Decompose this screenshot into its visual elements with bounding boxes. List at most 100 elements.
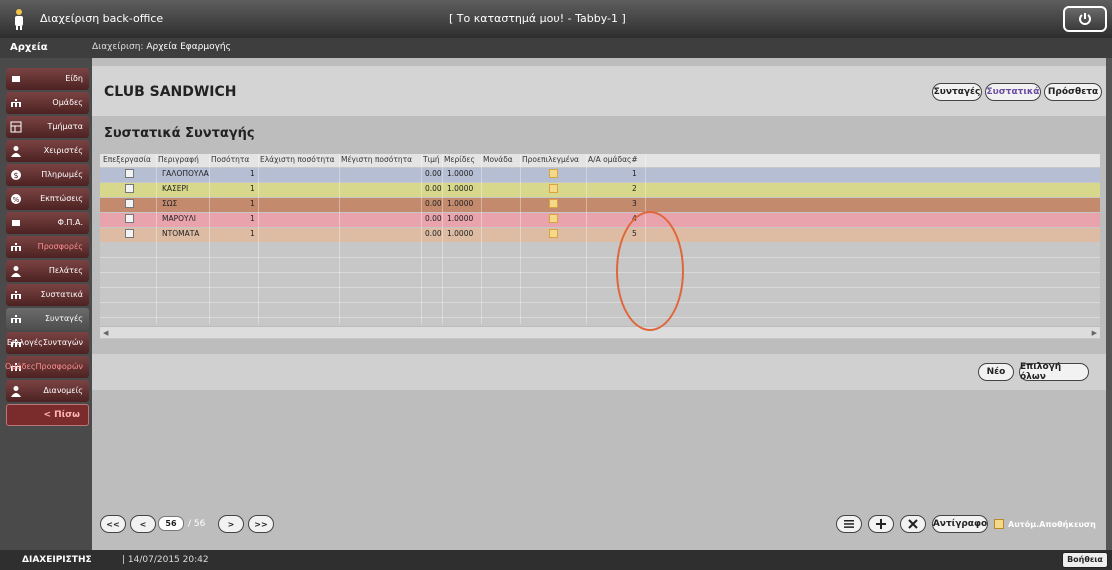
edit-checkbox[interactable]	[125, 184, 134, 193]
breadcrumb-current[interactable]: Αρχεία Εφαρμογής	[146, 42, 231, 52]
scroll-right-icon[interactable]: ▶	[1092, 329, 1097, 337]
tab-recipes[interactable]: Συνταγές	[932, 83, 982, 101]
scroll-left-icon[interactable]: ◀	[103, 329, 108, 337]
sidebar: Είδη Ομάδες Τμήματα Χειριστές $ Πληρωμές…	[0, 58, 92, 550]
sidebar-item-recipe-options[interactable]: Επιλογές Συνταγών	[6, 332, 89, 354]
group-icon	[11, 243, 21, 251]
edit-checkbox[interactable]	[125, 229, 134, 238]
select-all-button[interactable]: Επιλογή όλων	[1019, 362, 1089, 382]
grid-divider	[209, 154, 210, 324]
new-button[interactable]: Νέο	[978, 363, 1014, 381]
cell-price: 0.00	[425, 214, 442, 223]
default-checkbox[interactable]	[549, 184, 558, 193]
grid-divider	[100, 302, 1100, 303]
tab-extras[interactable]: Πρόσθετα	[1044, 83, 1102, 101]
column-header-description[interactable]: Περιγραφή	[158, 155, 208, 164]
ingredients-grid: Επεξεργασία Περιγραφή Ποσότητα Ελάχιστη …	[100, 154, 1100, 339]
app-title: Διαχείριση back-office	[40, 12, 164, 25]
first-page-button[interactable]: <<	[100, 515, 126, 533]
page-number-input[interactable]: 56	[158, 516, 184, 531]
column-header-price[interactable]: Τιμή	[423, 155, 441, 164]
cell-group-no: 1	[632, 169, 637, 178]
power-button[interactable]	[1063, 6, 1107, 32]
horizontal-scrollbar[interactable]: ◀ ▶	[100, 326, 1100, 338]
breadcrumb-prefix: Διαχείριση:	[92, 42, 144, 52]
table-row[interactable]: ΝΤΟΜΑΤΑ 1 0.00 1.0000 5	[100, 228, 1100, 242]
cell-description: ΝΤΟΜΑΤΑ	[162, 229, 200, 238]
sidebar-item-items[interactable]: Είδη	[6, 68, 89, 90]
sidebar-item-label: Πληρωμές	[41, 170, 83, 179]
sidebar-item-departments[interactable]: Τμήματα	[6, 116, 89, 138]
autosave-label: Αυτόμ.Αποθήκευση	[1008, 520, 1096, 529]
sidebar-item-ingredients[interactable]: Συστατικά	[6, 284, 89, 306]
sidebar-item-offer-groups[interactable]: Ομάδες Προσφορών	[5, 356, 89, 378]
table-row[interactable]: ΚΑΣΕΡΙ 1 0.00 1.0000 2	[100, 183, 1100, 197]
sidebar-item-offers[interactable]: Προσφορές	[6, 236, 89, 258]
default-checkbox[interactable]	[549, 199, 558, 208]
sidebar-item-label: Συστατικά	[40, 290, 83, 299]
group-icon	[11, 315, 21, 323]
column-header-unit[interactable]: Μονάδα	[483, 155, 519, 164]
sidebar-item-label: Προσφορές	[37, 242, 83, 251]
sidebar-item-label: Συνταγές	[45, 314, 83, 323]
tab-ingredients[interactable]: Συστατικά	[985, 83, 1041, 101]
sidebar-item-label: Είδη	[65, 74, 83, 83]
sidebar-item-label: Φ.Π.Α.	[57, 218, 83, 227]
edit-checkbox[interactable]	[125, 169, 134, 178]
table-row[interactable]: ΣΩΣ 1 0.00 1.0000 3	[100, 198, 1100, 212]
column-header-min-quantity[interactable]: Ελάχιστη ποσότητα	[260, 155, 338, 164]
column-header-quantity[interactable]: Ποσότητα	[211, 155, 257, 164]
grid-divider	[258, 154, 259, 324]
sidebar-item-customers[interactable]: Πελάτες	[6, 260, 89, 282]
svg-text:$: $	[13, 171, 18, 180]
column-header-edit[interactable]: Επεξεργασία	[103, 155, 155, 164]
edit-checkbox[interactable]	[125, 214, 134, 223]
column-header-portions[interactable]: Μερίδες	[444, 155, 480, 164]
edit-checkbox[interactable]	[125, 199, 134, 208]
cell-quantity: 1	[250, 184, 255, 193]
sidebar-item-discounts[interactable]: % Εκπτώσεις	[6, 188, 89, 210]
grid-divider	[100, 257, 1100, 258]
back-button[interactable]: < Πίσω	[6, 404, 89, 426]
cell-description: ΣΩΣ	[162, 199, 178, 208]
discount-icon: %	[11, 194, 21, 204]
sidebar-item-recipes[interactable]: Συνταγές	[6, 308, 89, 330]
sidebar-item-label: Διανομείς	[43, 386, 83, 395]
table-row[interactable]: ΓΑΛΟΠΟΥΛΑ 1 0.00 1.0000 1	[100, 168, 1100, 182]
sidebar-item-label: Ομάδες Προσφορών	[5, 356, 83, 378]
add-button[interactable]	[868, 515, 894, 533]
user-icon	[11, 266, 21, 277]
sidebar-item-distributors[interactable]: Διανομείς	[6, 380, 89, 402]
cell-description: ΓΑΛΟΠΟΥΛΑ	[162, 169, 209, 178]
prev-page-button[interactable]: <	[130, 515, 156, 533]
last-page-button[interactable]: >>	[248, 515, 274, 533]
sidebar-item-payments[interactable]: $ Πληρωμές	[6, 164, 89, 186]
default-checkbox[interactable]	[549, 214, 558, 223]
cell-quantity: 1	[250, 199, 255, 208]
breadcrumb-bar: Αρχεία Διαχείριση: Αρχεία Εφαρμογής	[0, 38, 1112, 58]
help-button[interactable]: Βοήθεια	[1062, 552, 1108, 568]
cell-portions: 1.0000	[447, 169, 474, 178]
list-button[interactable]	[836, 515, 862, 533]
group-icon	[11, 99, 21, 107]
autosave-checkbox[interactable]	[994, 519, 1004, 529]
column-header-group-no[interactable]: Α/Α ομάδας#	[588, 155, 644, 164]
table-row[interactable]: ΜΑΡΟΥΛΙ 1 0.00 1.0000 4	[100, 213, 1100, 227]
column-header-default[interactable]: Προεπιλεγμένα	[522, 155, 586, 164]
sidebar-item-label: Τμήματα	[47, 122, 84, 131]
copy-button[interactable]: Αντίγραφο	[932, 515, 988, 533]
delete-button[interactable]	[900, 515, 926, 533]
department-icon	[10, 121, 22, 133]
grid-divider	[481, 154, 482, 324]
next-page-button[interactable]: >	[218, 515, 244, 533]
default-checkbox[interactable]	[549, 229, 558, 238]
sidebar-item-operators[interactable]: Χειριστές	[6, 140, 89, 162]
sidebar-item-vat[interactable]: Φ.Π.Α.	[6, 212, 89, 234]
column-header-max-quantity[interactable]: Μέγιστη ποσότητα	[341, 155, 419, 164]
main-panel: CLUB SANDWICH Συνταγές Συστατικά Πρόσθετ…	[92, 58, 1106, 550]
back-button-label: < Πίσω	[43, 410, 80, 420]
default-checkbox[interactable]	[549, 169, 558, 178]
sidebar-item-groups[interactable]: Ομάδες	[6, 92, 89, 114]
square-icon	[12, 220, 20, 226]
top-bar: Διαχείριση back-office [ Το καταστημά μο…	[0, 0, 1112, 38]
